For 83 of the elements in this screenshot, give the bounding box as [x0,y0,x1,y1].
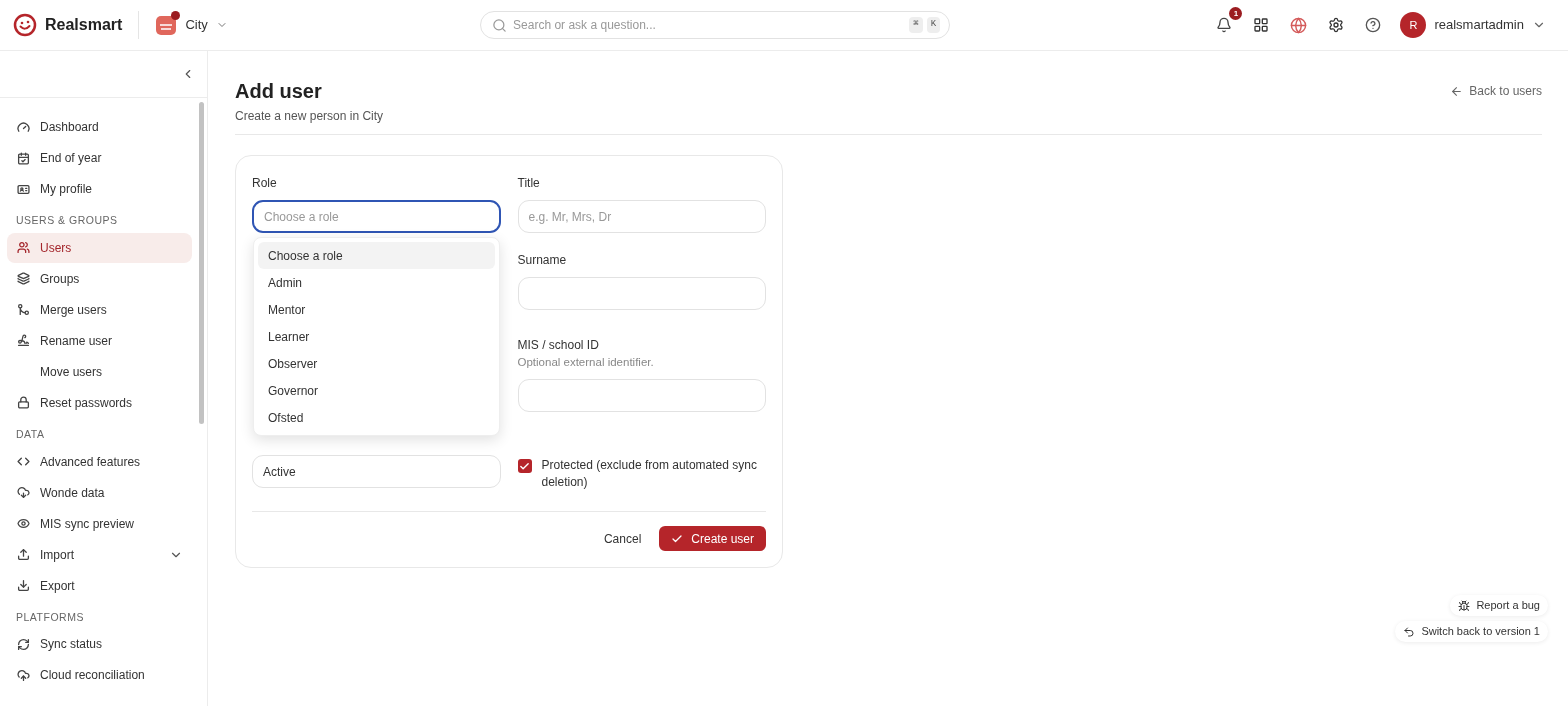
section-heading: DATA [15,426,46,442]
status-select[interactable]: Active [252,455,501,488]
school-name: City [185,16,208,35]
nav-item[interactable]: Groups [7,263,192,294]
nav-item[interactable]: Merge users [7,294,192,325]
school-logo-icon [155,14,178,36]
section-heading: PLATFORMS [15,609,85,625]
bell-icon [1216,17,1233,33]
dropdown-option[interactable]: Governor [258,377,495,404]
lock-icon [16,396,30,410]
check-icon [519,460,530,472]
field-label: Title [517,175,541,192]
back-link[interactable]: Back to users [1450,82,1542,100]
search-icon [492,18,508,33]
code-icon [16,455,30,468]
keyboard-key: ⌘ [909,17,923,33]
role-select[interactable]: Choose a role [252,200,501,233]
user-menu[interactable]: R realsmartadmin [1400,12,1546,38]
field-label: MIS / school ID [517,337,600,354]
nav-item[interactable]: Advanced features [7,446,192,477]
checkbox-label: Protected (exclude from automated sync deletion) [541,457,758,492]
cloud-upload-icon [16,668,30,682]
nav-item[interactable]: Export [7,570,192,601]
undo-icon [1403,625,1416,638]
nav-item[interactable]: Dashboard [7,112,192,142]
switch-version-button[interactable]: Switch back to version 1 [1395,621,1548,642]
dropdown-option[interactable]: Choose a role [258,242,495,269]
checkbox[interactable] [517,459,532,474]
user-avatar: R [1400,12,1427,38]
dropdown-option[interactable]: Mentor [258,296,495,323]
bug-icon [1458,599,1471,612]
upload-icon [16,548,30,561]
nav-item[interactable]: Users [7,232,192,263]
calendar-icon [16,151,30,165]
section-heading: USERS & GROUPS [15,213,119,228]
nav-item[interactable]: Rename user [7,325,192,356]
field-value: Active [263,463,296,481]
title-field[interactable]: e.g. Mr, Mrs, Dr [517,200,766,233]
surname-field[interactable] [517,277,766,310]
cancel-button[interactable]: Cancel [595,526,650,552]
scrollbar-thumb[interactable] [199,102,204,424]
download-icon [16,579,30,592]
page-title: Add user [235,79,323,104]
layers-icon [16,272,30,286]
nav-item[interactable]: Sync status [7,629,192,660]
nav-item[interactable]: MIS sync preview [7,508,192,539]
nav-item[interactable]: Cloud reconciliation [7,660,192,691]
signature-icon [16,334,30,348]
sync-icon [16,637,30,651]
id-card-icon [16,182,30,196]
dropdown-option[interactable]: Ofsted [258,404,495,431]
field-label: Surname [517,252,568,269]
create-user-button[interactable]: Create user [659,526,766,552]
globe-icon [1290,16,1308,34]
cloud-download-icon [16,486,30,499]
nav-item[interactable]: Reset passwords [7,387,192,418]
school-switcher[interactable]: City [155,14,228,36]
grid-icon [1253,17,1270,33]
nav-item[interactable]: Wonde data [7,477,192,508]
user-name: realsmartadmin [1434,16,1524,35]
eye-icon [16,517,30,530]
help-icon [1365,17,1382,33]
keyboard-key: K [926,17,941,33]
mis-id-field[interactable] [517,379,766,413]
dropdown-option[interactable]: Learner [258,323,495,350]
dropdown-option[interactable]: Observer [258,350,495,377]
help-text: Optional external identifier. [517,355,655,370]
nav-item[interactable]: Move users [7,356,192,387]
nav-item[interactable]: My profile [7,174,192,204]
nav-item[interactable]: End of year [7,143,192,173]
arrow-left-icon [1450,84,1464,98]
dropdown-option[interactable]: Admin [258,269,495,296]
brand-name: Realsmart [45,15,123,35]
page-subtitle: Create a new person in City [235,108,384,125]
settings-icon [1328,17,1345,33]
field-label: Role [252,175,278,192]
people-icon [16,241,30,255]
merge-icon [16,303,30,317]
report-bug-button[interactable]: Report a bug [1450,595,1548,616]
gauge-icon [16,120,30,134]
notification-badge: 1 [1229,7,1243,20]
nav-item[interactable]: Import [7,539,192,570]
logo-icon [13,13,37,37]
